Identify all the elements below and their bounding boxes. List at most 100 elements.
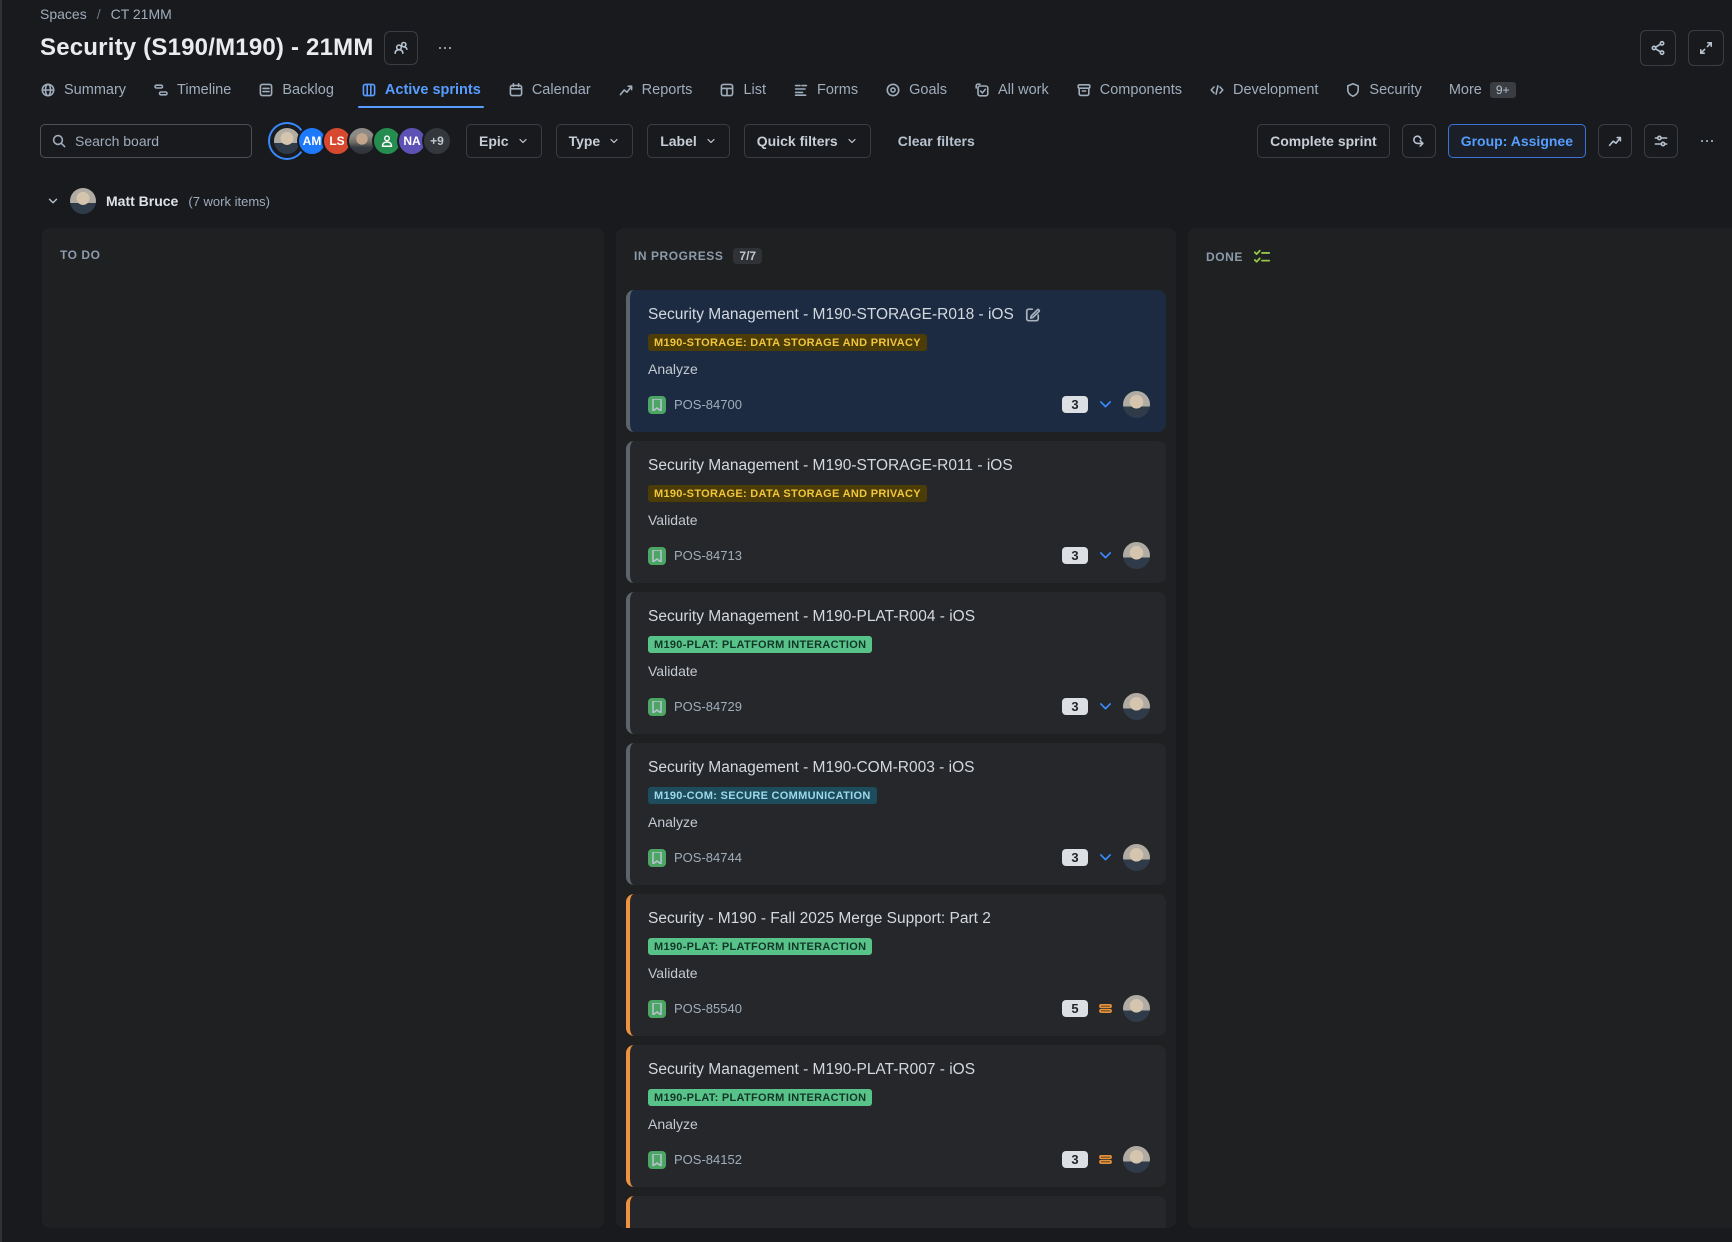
quick-filters-dropdown[interactable]: Quick filters [744, 124, 871, 158]
forms-icon [793, 82, 809, 98]
components-icon [1076, 82, 1092, 98]
tab-forms[interactable]: Forms [793, 82, 858, 98]
assignee-avatar[interactable] [1123, 995, 1150, 1022]
estimate-badge: 5 [1062, 1000, 1088, 1017]
page-title: Security (S190/M190) - 21MM [40, 34, 374, 62]
card-label: M190-PLAT: PLATFORM INTERACTION [648, 1089, 872, 1106]
clear-filters-button[interactable]: Clear filters [885, 124, 988, 158]
sprint-board: TO DO IN PROGRESS 7/7 Security Managemen… [42, 228, 1732, 1228]
assignee-avatar[interactable] [1123, 391, 1150, 418]
share-button[interactable] [1640, 30, 1676, 66]
breadcrumb-separator: / [97, 6, 101, 22]
type-filter-dropdown[interactable]: Type [556, 124, 634, 158]
edit-icon[interactable] [1024, 306, 1041, 323]
card-label: M190-PLAT: PLATFORM INTERACTION [648, 938, 872, 955]
globe-icon [40, 82, 56, 98]
card-title: Security Management - M190-STORAGE-R011 … [648, 455, 1013, 476]
board-more-button[interactable] [1690, 124, 1724, 158]
card-label: M190-COM: SECURE COMMUNICATION [648, 787, 877, 804]
estimate-badge: 3 [1062, 396, 1088, 413]
board-card[interactable]: Security Management - M190-STORAGE-R011 … [626, 441, 1166, 583]
story-icon [648, 698, 666, 716]
share-icon [1650, 40, 1666, 56]
column-in-progress: IN PROGRESS 7/7 Security Management - M1… [616, 228, 1176, 1228]
card-status: Analyze [648, 814, 1150, 830]
column-count-badge: 7/7 [733, 248, 762, 264]
column-title: IN PROGRESS [634, 249, 723, 263]
group-by-assignee-button[interactable]: Group: Assignee [1448, 124, 1586, 158]
chevron-down-icon [846, 135, 858, 147]
ellipsis-icon [437, 40, 453, 56]
loop-arrow-button[interactable] [1402, 124, 1436, 158]
card-status: Analyze [648, 1116, 1150, 1132]
breadcrumb-project[interactable]: CT 21MM [111, 6, 172, 22]
column-todo: TO DO [42, 228, 604, 1228]
tab-summary[interactable]: Summary [40, 82, 126, 98]
epic-filter-dropdown[interactable]: Epic [466, 124, 542, 158]
board-card[interactable]: Security Management - M190-COM-R003 - iO… [626, 743, 1166, 885]
card-status: Validate [648, 512, 1150, 528]
breadcrumb-spaces[interactable]: Spaces [40, 6, 87, 22]
board-card[interactable]: Security Management - M190-STORAGE-R018 … [626, 290, 1166, 432]
story-icon [648, 396, 666, 414]
chevron-down-icon [608, 135, 620, 147]
tab-backlog[interactable]: Backlog [258, 82, 334, 98]
tab-all-work[interactable]: All work [974, 82, 1049, 98]
done-checklist-icon [1253, 248, 1271, 266]
title-more-button[interactable] [428, 31, 462, 65]
development-icon [1209, 82, 1225, 98]
board-card[interactable]: Security Management - M190-PLAT-R004 - i… [626, 592, 1166, 734]
board-card[interactable]: Security - M190 - Fall 2025 Merge Suppor… [626, 894, 1166, 1036]
estimate-badge: 3 [1062, 1151, 1088, 1168]
more-tabs-count-badge: 9+ [1490, 82, 1516, 98]
collapse-chevron-icon[interactable] [46, 194, 60, 208]
view-settings-button[interactable] [1644, 124, 1678, 158]
reports-icon [618, 82, 634, 98]
search-input[interactable] [75, 133, 225, 149]
group-assignee-name: Matt Bruce [106, 193, 178, 209]
goals-icon [885, 82, 901, 98]
insights-button[interactable] [1598, 124, 1632, 158]
card-key: POS-84152 [674, 1152, 742, 1167]
person-icon [380, 134, 394, 148]
shield-icon [1345, 82, 1361, 98]
card-label: M190-STORAGE: DATA STORAGE AND PRIVACY [648, 485, 927, 502]
board-card-partial[interactable] [626, 1196, 1166, 1228]
tab-security[interactable]: Security [1345, 82, 1421, 98]
column-title: DONE [1206, 250, 1243, 264]
label-filter-dropdown[interactable]: Label [647, 124, 730, 158]
tab-reports[interactable]: Reports [618, 82, 693, 98]
backlog-icon [258, 82, 274, 98]
loop-arrow-icon [1411, 133, 1427, 149]
tab-more[interactable]: More9+ [1449, 82, 1516, 98]
story-icon [648, 849, 666, 867]
tab-list[interactable]: List [719, 82, 766, 98]
avatar-overflow[interactable]: +9 [422, 126, 452, 156]
ellipsis-icon [1699, 133, 1715, 149]
search-board-box[interactable] [40, 124, 252, 158]
assignee-group-header[interactable]: Matt Bruce (7 work items) [46, 188, 1732, 214]
breadcrumb: Spaces / CT 21MM [40, 6, 1724, 22]
tab-timeline[interactable]: Timeline [153, 82, 231, 98]
tab-goals[interactable]: Goals [885, 82, 947, 98]
expand-button[interactable] [1688, 30, 1724, 66]
estimate-badge: 3 [1062, 547, 1088, 564]
board-card[interactable]: Security Management - M190-PLAT-R007 - i… [626, 1045, 1166, 1187]
chevron-down-icon [517, 135, 529, 147]
card-title: Security Management - M190-STORAGE-R018 … [648, 304, 1014, 325]
tab-calendar[interactable]: Calendar [508, 82, 591, 98]
assignee-avatar[interactable] [1123, 1146, 1150, 1173]
assignee-avatar[interactable] [1123, 844, 1150, 871]
list-icon [719, 82, 735, 98]
card-title: Security - M190 - Fall 2025 Merge Suppor… [648, 908, 991, 929]
search-icon [51, 133, 67, 149]
tab-components[interactable]: Components [1076, 82, 1182, 98]
assignee-avatar[interactable] [1123, 542, 1150, 569]
tab-development[interactable]: Development [1209, 82, 1318, 98]
tab-active-sprints[interactable]: Active sprints [361, 82, 481, 98]
complete-sprint-button[interactable]: Complete sprint [1257, 124, 1390, 158]
story-icon [648, 1151, 666, 1169]
priority-low-icon [1097, 396, 1114, 413]
people-button[interactable] [384, 31, 418, 65]
assignee-avatar[interactable] [1123, 693, 1150, 720]
